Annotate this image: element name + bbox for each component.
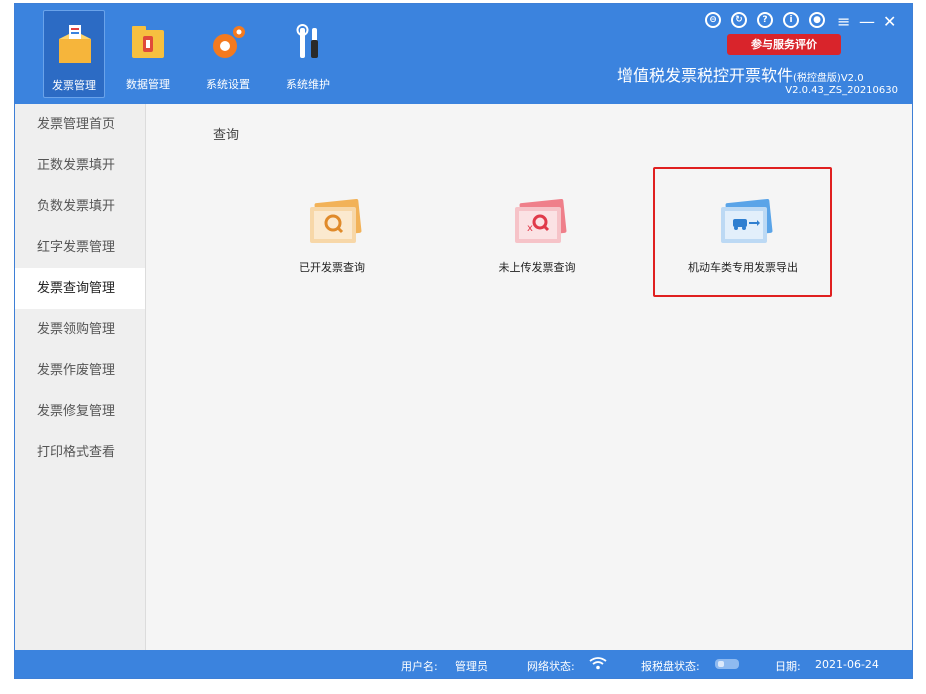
close-icon[interactable]: ✕	[883, 14, 896, 30]
service-feedback-button[interactable]: 参与服务评价	[727, 34, 841, 55]
toolbar-system-maintenance[interactable]: 系统维护	[277, 10, 339, 98]
help-icon[interactable]: ?	[757, 12, 773, 28]
info-icon[interactable]: i	[783, 12, 799, 28]
func-issued-invoice-query[interactable]: 已开发票查询	[247, 199, 417, 309]
svg-text:x: x	[527, 223, 533, 234]
invoice-box-icon	[59, 25, 91, 63]
func-vehicle-invoice-export[interactable]: 机动车类专用发票导出	[658, 199, 828, 309]
app-window: 发票管理 数据管理 系统设置 系统维护 ⊖ ↻ ? i ● ≡ — ✕ 参与服务…	[14, 3, 913, 679]
invoice-unuploaded-search-icon: x	[515, 199, 567, 243]
sidebar-item-negative-invoice[interactable]: 负数发票填开	[15, 186, 145, 227]
sidebar-item-print-format[interactable]: 打印格式查看	[15, 432, 145, 473]
tax-disk-icon	[715, 659, 739, 669]
wifi-icon	[589, 657, 607, 670]
func-label: 机动车类专用发票导出	[688, 261, 798, 274]
status-network-label: 网络状态:	[527, 660, 575, 673]
toolbar-label: 发票管理	[52, 79, 96, 92]
status-disk-label: 报税盘状态:	[641, 660, 700, 673]
app-title: 增值税发票税控开票软件(税控盘版)V2.0	[617, 62, 864, 86]
status-user-label: 用户名:	[401, 660, 438, 673]
sidebar-item-invoice-repair[interactable]: 发票修复管理	[15, 391, 145, 432]
toolbar-data-management[interactable]: 数据管理	[117, 10, 179, 98]
main-content: 查询 已开发票查询 x 未上传发票查询 机动车类专用发票导出	[147, 104, 912, 650]
toolbar-invoice-management[interactable]: 发票管理	[43, 10, 105, 98]
sidebar-item-red-invoice[interactable]: 红字发票管理	[15, 227, 145, 268]
refresh-icon[interactable]: ↻	[731, 12, 747, 28]
sidebar-item-positive-invoice[interactable]: 正数发票填开	[15, 145, 145, 186]
toolbar-label: 数据管理	[126, 78, 170, 91]
folder-data-icon	[132, 26, 164, 58]
sidebar-item-invoice-home[interactable]: 发票管理首页	[15, 104, 145, 145]
sidebar-item-invoice-purchase[interactable]: 发票领购管理	[15, 309, 145, 350]
status-bar: 用户名: 管理员 网络状态: 报税盘状态: 日期: 2021-06-24	[15, 650, 912, 678]
func-unuploaded-invoice-query[interactable]: x 未上传发票查询	[452, 199, 622, 309]
invoice-search-icon	[310, 199, 362, 243]
toolbar-label: 系统设置	[206, 78, 250, 91]
toolbar-label: 系统维护	[286, 78, 330, 91]
gear-icon	[213, 26, 245, 58]
sidebar-item-invoice-void[interactable]: 发票作废管理	[15, 350, 145, 391]
app-header: 发票管理 数据管理 系统设置 系统维护 ⊖ ↻ ? i ● ≡ — ✕ 参与服务…	[15, 4, 912, 104]
func-label: 未上传发票查询	[498, 261, 576, 274]
vehicle-invoice-export-icon	[721, 199, 773, 243]
menu-icon[interactable]: ≡	[837, 14, 850, 30]
status-date-label: 日期:	[775, 660, 801, 673]
status-user-value: 管理员	[455, 660, 488, 673]
app-version: V2.0.43_ZS_20210630	[785, 85, 898, 96]
section-title: 查询	[213, 128, 240, 143]
user-icon[interactable]: ●	[809, 12, 825, 28]
sidebar: 发票管理首页 正数发票填开 负数发票填开 红字发票管理 发票查询管理 发票领购管…	[15, 104, 146, 650]
message-icon[interactable]: ⊖	[705, 12, 721, 28]
tools-icon	[296, 24, 318, 58]
app-edition: (税控盘版)V2.0	[793, 73, 864, 84]
func-label: 已开发票查询	[299, 261, 365, 274]
toolbar-system-settings[interactable]: 系统设置	[197, 10, 259, 98]
status-date-value: 2021-06-24	[815, 658, 879, 671]
minimize-icon[interactable]: —	[859, 14, 875, 30]
sidebar-item-invoice-query[interactable]: 发票查询管理	[15, 268, 145, 309]
app-title-text: 增值税发票税控开票软件	[617, 66, 794, 85]
